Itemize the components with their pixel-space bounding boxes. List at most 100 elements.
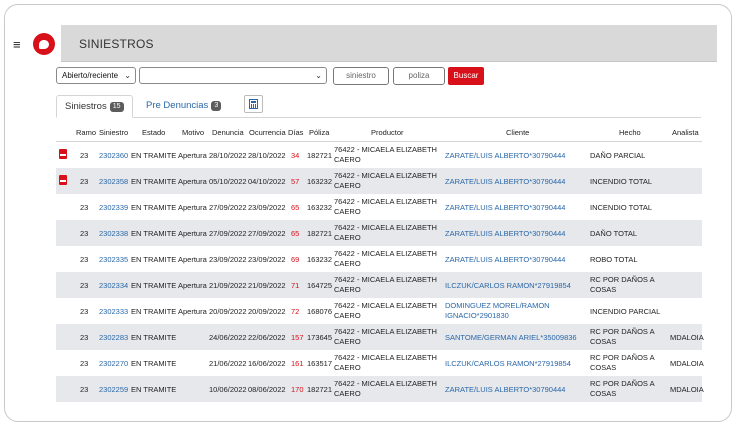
cell-cliente-link[interactable]: DOMINGUEZ MOREL/RAMON IGNACIO*2901830 [445, 301, 550, 321]
table-row[interactable]: 23 2302339 EN TRAMITE Apertura 27/09/2022 23/… [56, 194, 702, 220]
tab-pre-denuncias-count: 3 [211, 101, 222, 111]
cell-cliente-link[interactable]: ZARATE/LUIS ALBERTO*30790444 [445, 255, 565, 264]
cell-estado: EN TRAMITE [131, 307, 177, 316]
cell-hecho: DAÑO TOTAL [590, 229, 638, 238]
cell-cliente-link[interactable]: ZARATE/LUIS ALBERTO*30790444 [445, 385, 565, 394]
cell-siniestro-link[interactable]: 2302270 [99, 359, 128, 368]
tab-siniestros[interactable]: Siniestros 15 [56, 95, 133, 118]
buscar-button[interactable]: Buscar [448, 67, 484, 85]
chevron-down-icon: ⌄ [124, 71, 131, 80]
col-estado[interactable]: Estado [142, 128, 165, 137]
cell-productor-line2: CAERO [334, 337, 361, 346]
cell-poliza: 163232 [307, 255, 333, 264]
estado-select-value: Abierto/reciente [62, 71, 119, 80]
brand-logo[interactable] [33, 33, 55, 55]
table-row[interactable]: 23 2302334 EN TRAMITE Apertura 21/09/2022 21/… [56, 272, 702, 298]
cell-dias: 69 [291, 255, 300, 264]
cell-dias: 72 [291, 307, 300, 316]
cell-siniestro-link[interactable]: 2302335 [99, 255, 128, 264]
table-row[interactable]: 23 2302270 EN TRAMITE 21/06/2022 16/06/2022 1… [56, 350, 704, 376]
table-row[interactable]: 23 2302358 EN TRAMITE Apertura 05/10/2022 04/… [56, 168, 702, 194]
cell-cliente-link[interactable]: ZARATE/LUIS ALBERTO*30790444 [445, 229, 565, 238]
cell-denuncia: 28/10/2022 [209, 151, 247, 160]
cell-siniestro-link[interactable]: 2302358 [99, 177, 128, 186]
table-header: Ramo Siniestro Estado Motivo Denuncia Oc… [56, 123, 702, 142]
tab-pre-denuncias-label: Pre Denuncias [146, 100, 209, 111]
table-row[interactable]: 23 2302338 EN TRAMITE Apertura 27/09/2022 27/… [56, 220, 702, 246]
cell-cliente-link[interactable]: ILCZUK/CARLOS RAMON*27919854 [445, 281, 571, 290]
cell-dias: 71 [291, 281, 300, 290]
cell-ramo: 23 [80, 229, 89, 238]
cell-cliente-link[interactable]: SANTOME/GERMAN ARIEL*35009836 [445, 333, 577, 342]
cell-dias: 65 [291, 203, 300, 212]
cell-motivo: Apertura [178, 151, 207, 160]
col-denuncia[interactable]: Denuncia [212, 128, 244, 137]
col-poliza[interactable]: Póliza [309, 128, 329, 137]
table-row[interactable]: 23 2302360 EN TRAMITE Apertura 28/10/2022 28/… [56, 142, 702, 168]
table-row[interactable]: 23 2302259 EN TRAMITE 10/06/2022 08/06/2022 1… [56, 376, 704, 402]
col-analista[interactable]: Analista [672, 128, 699, 137]
cell-productor-line2: CAERO [334, 207, 361, 216]
estado-select[interactable]: Abierto/reciente ⌄ [56, 67, 136, 84]
cell-siniestro-link[interactable]: 2302338 [99, 229, 128, 238]
cell-productor: 76422 - MICAELA ELIZABETH CAERO [334, 145, 437, 165]
cell-siniestro-link[interactable]: 2302334 [99, 281, 128, 290]
cell-cliente-link[interactable]: ZARATE/LUIS ALBERTO*30790444 [445, 177, 565, 186]
cell-ramo: 23 [80, 385, 89, 394]
cell-siniestro-link[interactable]: 2302360 [99, 151, 128, 160]
siniestro-input[interactable]: siniestro [333, 67, 389, 85]
cell-productor-line2: CAERO [334, 233, 361, 242]
col-cliente[interactable]: Cliente [506, 128, 529, 137]
cell-cliente-link-line2: IGNACIO*2901830 [445, 311, 509, 320]
cell-cliente-link[interactable]: ZARATE/LUIS ALBERTO*30790444 [445, 203, 565, 212]
menu-icon[interactable]: ≡ [13, 38, 21, 51]
table-row[interactable]: 23 2302333 EN TRAMITE Apertura 20/09/2022 20/… [56, 298, 702, 324]
cell-siniestro-link[interactable]: 2302339 [99, 203, 128, 212]
calculator-icon[interactable] [244, 95, 263, 113]
cell-ocurrencia: 20/09/2022 [248, 307, 286, 316]
cell-ramo: 23 [80, 307, 89, 316]
col-productor[interactable]: Productor [371, 128, 404, 137]
cell-hecho-line2: COSAS [590, 363, 617, 372]
pdf-icon[interactable] [59, 175, 67, 185]
cell-hecho-line1: RC POR DAÑOS A [590, 353, 655, 362]
cell-denuncia: 21/09/2022 [209, 281, 247, 290]
col-ocurrencia[interactable]: Ocurrencia [249, 128, 286, 137]
cell-cliente-link[interactable]: ZARATE/LUIS ALBERTO*30790444 [445, 151, 565, 160]
cell-productor-line1: 76422 - MICAELA ELIZABETH [334, 275, 437, 284]
col-ramo[interactable]: Ramo [76, 128, 96, 137]
cell-productor-line2: CAERO [334, 181, 361, 190]
poliza-input[interactable]: poliza [393, 67, 445, 85]
cell-cliente-link[interactable]: ILCZUK/CARLOS RAMON*27919854 [445, 359, 571, 368]
col-dias[interactable]: Días [288, 128, 303, 137]
cell-productor-line2: CAERO [334, 259, 361, 268]
cell-hecho: DAÑO PARCIAL [590, 151, 646, 160]
table-row[interactable]: 23 2302335 EN TRAMITE Apertura 23/09/2022 23/… [56, 246, 702, 272]
cell-ocurrencia: 27/09/2022 [248, 229, 286, 238]
pdf-icon[interactable] [59, 149, 67, 159]
cell-poliza: 182721 [307, 229, 333, 238]
table-row[interactable]: 23 2302283 EN TRAMITE 24/06/2022 22/06/2022 1… [56, 324, 704, 350]
tipo-select[interactable]: ⌄ [139, 67, 327, 84]
cell-siniestro-link[interactable]: 2302333 [99, 307, 128, 316]
cell-poliza: 164725 [307, 281, 333, 290]
col-hecho[interactable]: Hecho [619, 128, 641, 137]
cell-denuncia: 21/06/2022 [209, 359, 247, 368]
cell-siniestro-link[interactable]: 2302283 [99, 333, 128, 342]
col-motivo[interactable]: Motivo [182, 128, 204, 137]
cell-productor-line2: CAERO [334, 363, 361, 372]
cell-motivo: Apertura [178, 177, 207, 186]
col-siniestro[interactable]: Siniestro [99, 128, 128, 137]
cell-productor: 76422 - MICAELA ELIZABETH CAERO [334, 301, 437, 321]
tab-pre-denuncias[interactable]: Pre Denuncias 3 [146, 95, 222, 116]
cell-ocurrencia: 04/10/2022 [248, 177, 286, 186]
cell-ocurrencia: 23/09/2022 [248, 203, 286, 212]
app-window: ≡ SINIESTROS Abierto/reciente ⌄ ⌄ sinies… [4, 4, 732, 422]
cell-productor: 76422 - MICAELA ELIZABETH CAERO [334, 171, 437, 191]
cell-denuncia: 05/10/2022 [209, 177, 247, 186]
cell-siniestro-link[interactable]: 2302259 [99, 385, 128, 394]
cell-productor-line1: 76422 - MICAELA ELIZABETH [334, 249, 437, 258]
cell-dias: 161 [291, 359, 304, 368]
cell-poliza: 163232 [307, 203, 333, 212]
tab-siniestros-label: Siniestros [65, 101, 107, 112]
